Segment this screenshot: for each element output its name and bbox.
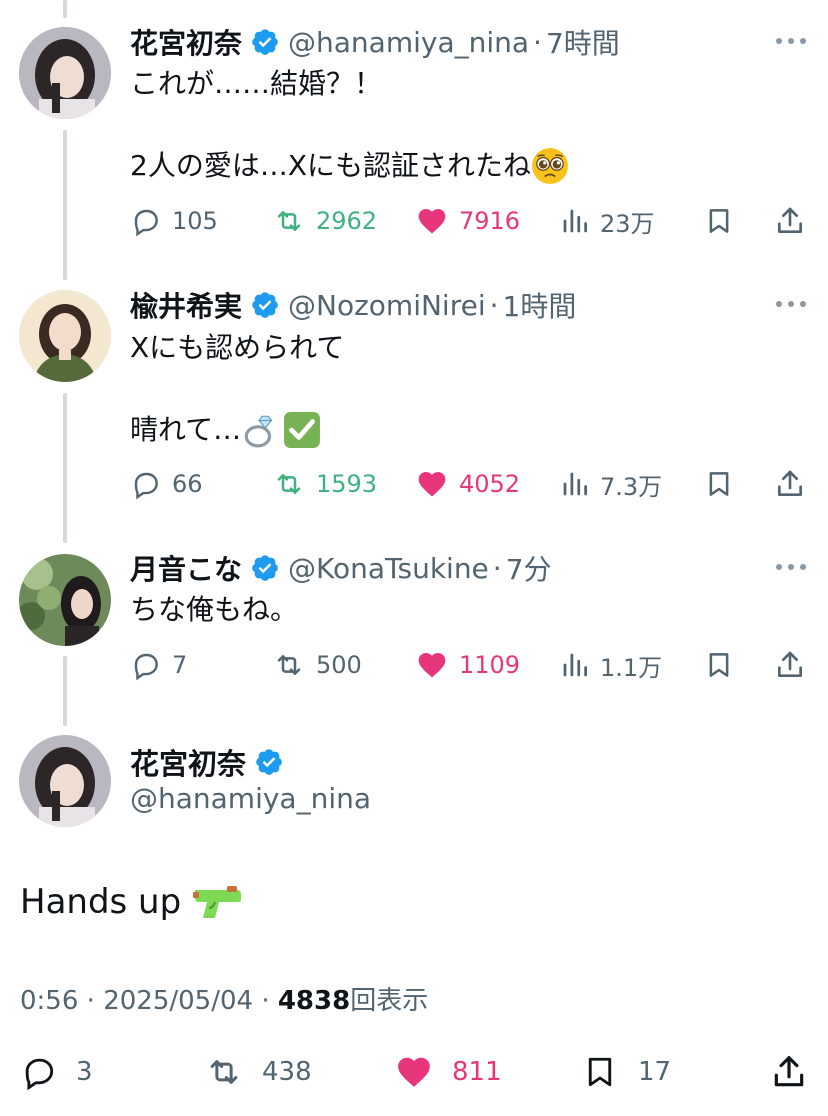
heart-icon	[418, 653, 446, 678]
pleading-face-icon	[532, 148, 568, 184]
handle[interactable]: @KonaTsukine	[288, 552, 489, 585]
main-tweet-text: Hands up	[20, 882, 243, 922]
tweet-time[interactable]: 0:56	[20, 986, 78, 1016]
analytics-icon	[563, 472, 587, 496]
more-options-icon[interactable]	[776, 300, 806, 308]
verified-badge-icon	[252, 292, 278, 318]
tweet-header: 月音こな @KonaTsukine · 7分	[130, 548, 552, 588]
share-icon	[778, 651, 802, 677]
retweet-button[interactable]: 500	[272, 645, 362, 685]
handle[interactable]: @NozomiNirei	[288, 289, 486, 322]
timestamp[interactable]: 1時間	[503, 285, 577, 325]
bookmark-button[interactable]: 17	[582, 1050, 671, 1094]
verified-badge-icon	[256, 749, 282, 775]
heart-icon	[398, 1057, 430, 1087]
tweet-actions: 105 2962 7916 23万	[130, 201, 806, 241]
avatar[interactable]	[19, 554, 111, 646]
retweet-button[interactable]: 438	[204, 1050, 312, 1094]
water-pistol-icon	[193, 886, 242, 918]
heart-icon	[418, 209, 446, 234]
tweet-meta: 0:56 · 2025/05/04 · 4838回表示	[20, 986, 429, 1016]
reply-icon	[134, 472, 158, 500]
nirei-avatar	[19, 290, 111, 382]
share-button[interactable]	[770, 1050, 808, 1094]
tweet-text: これが……結婚？！ 2人の愛は…Xにも認証されたね	[130, 64, 569, 186]
share-button[interactable]	[774, 645, 806, 685]
thread-line	[63, 393, 67, 543]
views-button[interactable]: 1.1万	[560, 645, 662, 685]
heart-icon	[418, 472, 446, 497]
share-icon	[778, 470, 802, 496]
bookmark-icon	[709, 209, 729, 233]
reply-button[interactable]: 3	[20, 1050, 93, 1094]
main-tweet-header: 花宮初奈	[130, 740, 292, 784]
display-name[interactable]: 楡井希実	[130, 285, 242, 325]
verified-badge-icon	[252, 555, 278, 581]
share-icon	[778, 207, 802, 233]
display-name[interactable]: 花宮初奈	[130, 22, 242, 62]
share-icon	[774, 1056, 804, 1087]
tweet-date[interactable]: 2025/05/04	[103, 986, 253, 1016]
more-options-icon[interactable]	[776, 563, 806, 571]
bookmark-icon	[709, 472, 729, 496]
check-mark-button-icon	[284, 412, 321, 448]
thread-line	[63, 0, 67, 18]
reply-icon	[25, 1058, 54, 1091]
bookmark-button[interactable]	[704, 464, 734, 504]
tweet-header: 楡井希実 @NozomiNirei · 1時間	[130, 285, 576, 325]
reply-button[interactable]: 7	[130, 645, 187, 685]
handle[interactable]: @hanamiya_nina	[288, 26, 529, 59]
hanamiya-avatar	[19, 27, 111, 119]
retweet-icon	[277, 655, 301, 675]
tweet-text: Xにも認められて 晴れて…	[130, 328, 344, 450]
retweet-button[interactable]: 1593	[272, 464, 377, 504]
like-button[interactable]: 811	[394, 1050, 502, 1094]
display-name[interactable]: 花宮初奈	[130, 741, 246, 783]
retweet-icon	[277, 474, 301, 494]
timestamp[interactable]: 7分	[506, 548, 552, 588]
tweet-actions: 66 1593 4052 7.3万	[130, 464, 806, 504]
verified-badge-icon	[252, 29, 278, 55]
view-label: 回表示	[350, 986, 429, 1016]
analytics-icon	[563, 653, 587, 677]
ring-icon	[244, 415, 273, 448]
retweet-button[interactable]: 2962	[272, 201, 377, 241]
handle[interactable]: @hanamiya_nina	[130, 782, 371, 815]
avatar[interactable]	[19, 735, 111, 827]
reply-button[interactable]: 105	[130, 201, 218, 241]
reply-button[interactable]: 66	[130, 464, 203, 504]
thread-line	[63, 130, 67, 280]
share-button[interactable]	[774, 464, 806, 504]
thread-line	[63, 656, 67, 726]
hanamiya-avatar	[19, 735, 111, 827]
tweet-actions: 7 500 1109 1.1万	[130, 645, 806, 685]
share-button[interactable]	[774, 201, 806, 241]
avatar[interactable]	[19, 27, 111, 119]
views-button[interactable]: 23万	[560, 201, 655, 241]
main-tweet-actions: 3 438 811 17	[20, 1050, 808, 1094]
tweet-thread: 花宮初奈 @hanamiya_nina · 7時間 これが……結婚？！ 2人の愛…	[0, 0, 828, 1116]
tweet-header: 花宮初奈 @hanamiya_nina · 7時間	[130, 22, 620, 62]
like-button[interactable]: 4052	[415, 464, 520, 504]
bookmark-button[interactable]	[704, 645, 734, 685]
tweet-text: ちな俺もね。	[130, 593, 299, 626]
retweet-icon	[277, 211, 301, 231]
reply-icon	[134, 653, 158, 681]
avatar[interactable]	[19, 290, 111, 382]
more-options-icon[interactable]	[776, 37, 806, 45]
timestamp[interactable]: 7時間	[546, 22, 620, 62]
bookmark-icon	[588, 1057, 612, 1087]
like-button[interactable]: 1109	[415, 645, 520, 685]
bookmark-button[interactable]	[704, 201, 734, 241]
analytics-icon	[563, 209, 587, 233]
bookmark-icon	[709, 653, 729, 677]
views-button[interactable]: 7.3万	[560, 464, 662, 504]
like-button[interactable]: 7916	[415, 201, 520, 241]
reply-icon	[134, 209, 158, 237]
display-name[interactable]: 月音こな	[130, 548, 242, 588]
tsukine-avatar	[19, 554, 111, 646]
retweet-icon	[210, 1060, 238, 1084]
view-count: 4838	[277, 986, 351, 1016]
